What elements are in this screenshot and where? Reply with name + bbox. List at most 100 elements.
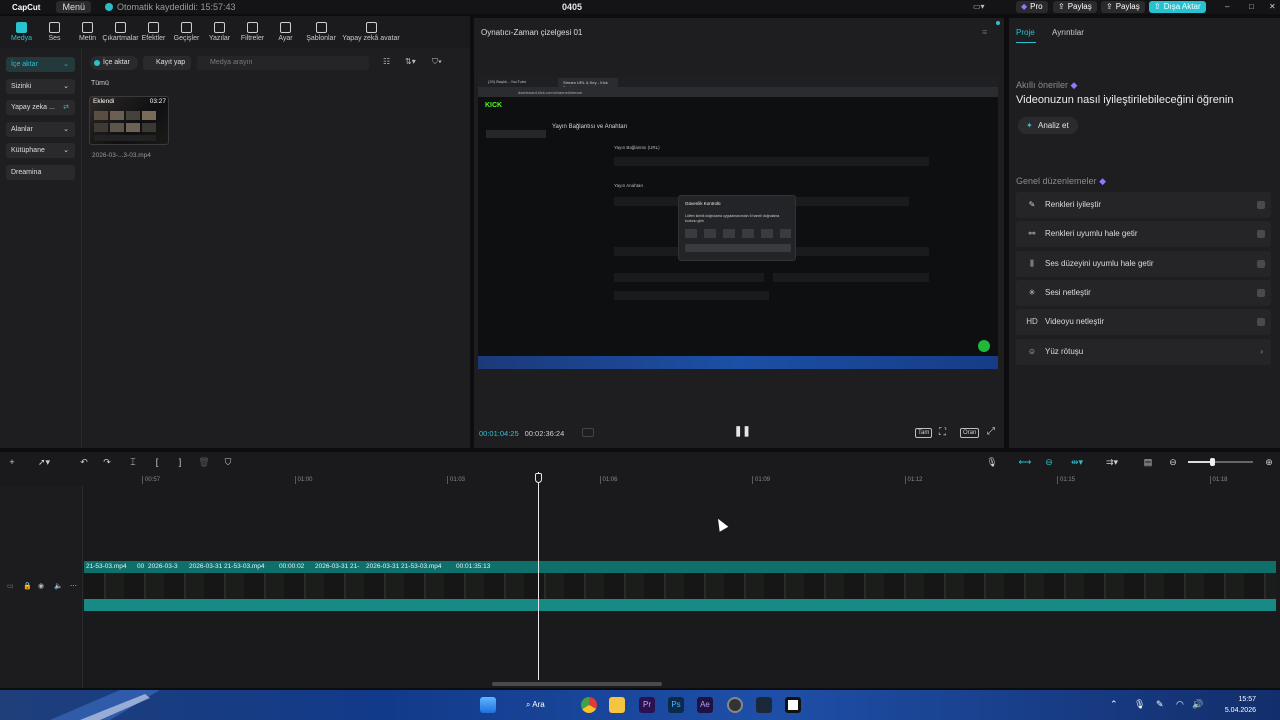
tool-captions[interactable]: Yazılar [203,16,236,48]
magnet-icon[interactable]: ⊖ [1042,456,1056,468]
playhead-handle[interactable] [535,473,542,483]
sidebar-item-4[interactable]: Kütüphane ⌄ [6,143,75,158]
menu-button[interactable]: Menü [56,1,91,13]
sidebar-item-2[interactable]: Yapay zeka ... ⇄ [6,100,75,115]
link-icon[interactable]: ⟷ [1018,456,1032,468]
tool-adjust[interactable]: Ayar [269,16,302,48]
sidebar-item-1[interactable]: Sizinki ⌄ [6,78,75,94]
split-right-icon[interactable]: ] [174,456,186,468]
sidebar-item-0[interactable]: İçe aktar ⌄ [6,57,75,72]
edit-option-4[interactable]: HD Videoyu netleştir [1016,309,1271,336]
tool-transitions[interactable]: Geçişler [170,16,203,48]
system-clock[interactable]: 15:57 5.04.2026 [1225,694,1256,716]
filter-icon[interactable]: ⛉▾ [432,57,442,67]
export-button[interactable]: ⇧ Dışa Aktar [1149,1,1206,13]
add-track-icon[interactable]: + [6,456,18,468]
tray-chevron-icon[interactable]: ⌃ [1110,699,1118,710]
tool-effects[interactable]: Efektler [137,16,170,48]
tray-pen-icon[interactable]: ✎ [1156,699,1164,710]
timeline-scrollbar[interactable] [492,682,662,686]
edit-option-5[interactable]: ☺ Yüz rötuşu › [1016,338,1271,365]
volume-icon[interactable]: 🔊 [1192,699,1203,710]
obs-icon[interactable] [727,697,743,713]
tool-text[interactable]: Metin [71,16,104,48]
option-toggle[interactable] [1257,259,1265,268]
zoom-in-icon[interactable]: ⊕ [1263,456,1275,468]
file-explorer-icon[interactable] [609,697,625,713]
snap-icon[interactable]: ⇹▾ [1066,456,1088,468]
after-effects-icon[interactable]: Ae [697,697,713,713]
maximize-button[interactable]: □ [1244,1,1259,13]
tray-mic-icon[interactable]: 🎙 [1134,699,1145,710]
split-left-icon[interactable]: [ [151,456,163,468]
tool-sticker[interactable]: Çıkartmalar [102,16,139,48]
preview-axis-icon[interactable]: ⇉▾ [1101,456,1123,468]
chrome-icon[interactable] [581,697,597,713]
zoom-slider-handle[interactable] [1210,458,1215,466]
project-title[interactable]: 0405 [560,2,584,12]
eye-icon[interactable]: ◉ [38,582,44,590]
caption-icon[interactable]: ▤ [1142,456,1154,468]
close-button[interactable]: ✕ [1264,1,1280,13]
media-thumbnail[interactable]: Eklendi 03:27 [89,96,169,145]
zoom-slider[interactable] [1188,458,1253,466]
redo-icon[interactable]: ↷ [101,456,113,468]
share-button-2[interactable]: ⇪ Paylaş [1101,1,1145,13]
analyze-button[interactable]: ✦ Analiz et [1018,117,1078,134]
sidebar-item-5[interactable]: Dreamina [6,164,75,180]
taskbar-search[interactable]: ⌕ Ara [526,700,545,710]
pro-button[interactable]: ◆ Pro [1016,1,1048,13]
tool-filters[interactable]: Filtreler [236,16,269,48]
option-toggle[interactable] [1257,318,1265,327]
aspect-ratio-button[interactable]: Oran [960,428,980,438]
layout-icon[interactable]: ▭▾ [968,1,994,13]
tool-media[interactable]: Medya [5,16,38,48]
zoom-out-icon[interactable]: ⊖ [1167,456,1179,468]
edit-option-1[interactable]: ⚯ Renkleri uyumlu hale getir [1016,221,1271,248]
import-button[interactable]: İçe aktar [90,56,138,70]
video-preview[interactable]: (29) Başlık - YouTube Stream URL & Key -… [478,77,998,369]
crop-icon[interactable]: ⛶ [939,427,946,438]
option-toggle[interactable] [1257,201,1265,209]
split-icon[interactable]: ⌶ [127,456,139,468]
photoshop-icon[interactable]: Ps [668,697,684,713]
more-icon[interactable]: ⋯ [70,582,77,590]
player-menu-icon[interactable]: ≡ [982,27,987,37]
grid-view-icon[interactable]: ☷ [383,57,390,66]
option-toggle[interactable] [1257,288,1265,297]
speaker-icon[interactable]: 🔈 [54,582,63,590]
tab-details[interactable]: Ayrıntılar [1052,28,1084,37]
capcut-taskbar-icon[interactable] [785,697,801,713]
shield-icon[interactable]: ⛉ [222,456,234,468]
fullscreen-mode-button[interactable]: Tam [915,428,933,438]
edit-option-0[interactable]: ✎ Renkleri iyileştir [1016,192,1271,218]
microphone-icon[interactable]: 🎙 [986,456,998,468]
minimize-button[interactable]: – [1220,1,1234,13]
tab-project[interactable]: Proje [1016,28,1035,37]
share-button[interactable]: ⇪ Paylaş [1053,1,1097,13]
filter-all-label[interactable]: Tümü [91,80,109,87]
premiere-icon[interactable]: Pr [639,697,655,713]
media-search-input[interactable]: Medya arayın [197,56,369,70]
cover-icon[interactable]: ▭ [7,582,14,590]
tool-ai-avatar[interactable]: Yapay zekâ avatar [340,16,402,48]
expand-icon[interactable]: ⤢ [987,426,995,437]
edit-option-3[interactable]: ✳ Sesi netleştir [1016,279,1271,306]
wifi-icon[interactable]: ◠ [1176,699,1184,710]
windows-start-icon[interactable] [480,697,496,713]
record-button[interactable]: Kayıt yap [143,56,191,70]
option-toggle[interactable] [1257,230,1265,239]
subtitle-toggle-icon[interactable] [582,428,594,437]
tool-templates[interactable]: Şablonlar [302,16,340,48]
sidebar-item-3[interactable]: Alanlar ⌄ [6,121,75,137]
timeline-ruler[interactable]: 00:57 01:00 01:03 01:06 01:09 01:12 01:15 01:18 [0,472,1280,486]
lock-icon[interactable]: 🔒 [23,582,32,590]
edit-option-2[interactable]: ⫼ Ses düzeyini uyumlu hale getir [1016,250,1271,277]
undo-icon[interactable]: ↶ [78,456,90,468]
delete-icon[interactable]: 🗑 [198,456,210,468]
select-tool-icon[interactable]: ➚▾ [32,456,56,468]
sort-icon[interactable]: ⇅▾ [405,57,416,66]
tool-audio[interactable]: Ses [38,16,71,48]
playhead[interactable] [538,472,539,680]
steam-icon[interactable] [756,697,772,713]
